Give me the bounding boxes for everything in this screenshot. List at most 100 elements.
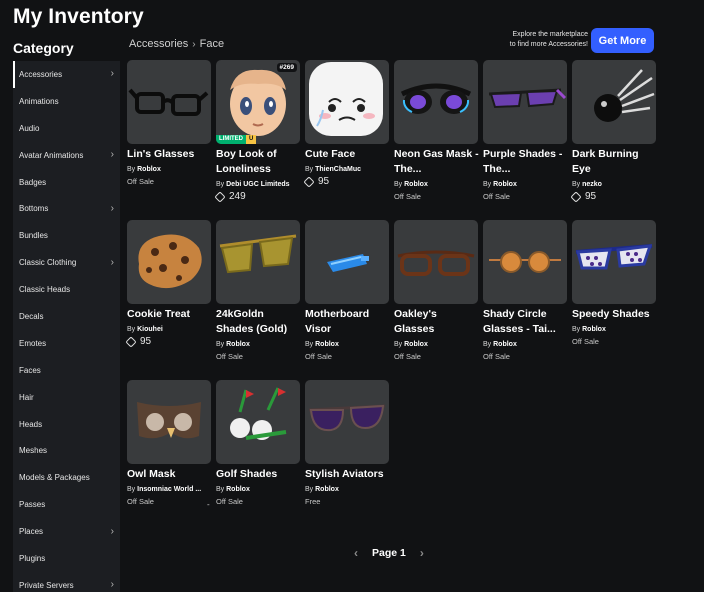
item-thumbnail[interactable]	[483, 220, 567, 304]
item-name[interactable]: Lin's Glasses	[127, 147, 212, 162]
item-thumbnail[interactable]	[216, 220, 300, 304]
item-creator: By Roblox	[483, 179, 568, 190]
item-card[interactable]: Neon Gas Mask - The... By Roblox Off Sale	[394, 60, 479, 203]
item-name[interactable]: Shady Circle Glasses - Tai...	[483, 307, 568, 337]
creator-name[interactable]: Insomniac World ...	[137, 486, 201, 493]
item-name[interactable]: Boy Look of Loneliness	[216, 147, 301, 177]
sidebar-item[interactable]: Avatar Animations ›	[13, 142, 120, 169]
item-price: 95	[303, 175, 390, 188]
next-page-icon[interactable]: ›	[420, 546, 424, 560]
item-thumbnail[interactable]	[483, 60, 567, 144]
item-name[interactable]: Cute Face	[305, 147, 390, 162]
sidebar-item-label: Passes	[19, 500, 46, 510]
item-creator: By Roblox	[572, 324, 657, 335]
creator-name[interactable]: Kiouhei	[137, 326, 163, 333]
item-thumbnail[interactable]	[127, 220, 211, 304]
sidebar-item[interactable]: Classic Heads	[13, 276, 120, 303]
item-thumbnail[interactable]	[572, 60, 656, 144]
creator-name[interactable]: Roblox	[226, 486, 250, 493]
sidebar-item[interactable]: Accessories ›	[13, 61, 120, 88]
creator-name[interactable]: Roblox	[404, 181, 428, 188]
item-thumbnail[interactable]	[305, 60, 389, 144]
item-thumbnail[interactable]	[127, 380, 211, 464]
item-card[interactable]: Cute Face By ThienChaMuc 95	[303, 60, 390, 188]
sidebar-item[interactable]: Emotes	[13, 330, 120, 357]
sidebar-item[interactable]: Decals	[13, 303, 120, 330]
item-name[interactable]: Stylish Aviators	[305, 467, 390, 482]
item-name[interactable]: Oakley's Glasses	[394, 307, 479, 337]
item-name[interactable]: Owl Mask	[127, 467, 212, 482]
item-card[interactable]: Speedy Shades By Roblox Off Sale	[572, 220, 657, 348]
creator-name[interactable]: Roblox	[226, 341, 250, 348]
item-name[interactable]: Dark Burning Eye	[572, 147, 657, 177]
item-card[interactable]: #269 LIMITED U Boy Look of Loneliness By Deb…	[214, 60, 301, 203]
creator-name[interactable]: Roblox	[493, 341, 517, 348]
item-name[interactable]: Motherboard Visor	[305, 307, 390, 337]
item-name[interactable]: Speedy Shades	[572, 307, 657, 322]
item-name[interactable]: 24kGoldn Shades (Gold)	[216, 307, 301, 337]
item-name[interactable]: Purple Shades - The...	[483, 147, 568, 177]
item-thumbnail[interactable]	[305, 220, 389, 304]
item-creator: By Roblox	[216, 339, 301, 350]
item-thumbnail[interactable]	[127, 60, 211, 144]
item-card[interactable]: Golf Shades By Roblox Off Sale	[216, 380, 301, 508]
item-card[interactable]: Owl Mask By Insomniac World ... Off Sale	[127, 380, 212, 508]
item-card[interactable]: Dark Burning Eye By nezko 95	[570, 60, 657, 203]
sidebar-item[interactable]: Animations	[13, 88, 120, 115]
item-card[interactable]: Lin's Glasses By Roblox Off Sale	[127, 60, 212, 188]
sidebar-item[interactable]: Heads	[13, 411, 120, 438]
sidebar-item[interactable]: Audio	[13, 115, 120, 142]
breadcrumb-parent[interactable]: Accessories	[129, 38, 188, 50]
creator-name[interactable]: Roblox	[404, 341, 428, 348]
sidebar-item[interactable]: Faces	[13, 357, 120, 384]
limited-label: LIMITED	[216, 135, 246, 144]
item-thumbnail[interactable]	[216, 380, 300, 464]
creator-name[interactable]: ThienChaMuc	[315, 166, 361, 173]
creator-name[interactable]: Roblox	[582, 326, 606, 333]
sidebar-item[interactable]: Badges	[13, 169, 120, 196]
item-thumbnail[interactable]	[394, 60, 478, 144]
chevron-right-icon: ›	[110, 256, 114, 268]
robux-icon	[570, 190, 582, 203]
prev-page-icon[interactable]: ‹	[354, 546, 358, 560]
sidebar-item-label: Avatar Animations	[19, 150, 84, 160]
sidebar-item[interactable]: Bottoms ›	[13, 195, 120, 222]
creator-name[interactable]: nezko	[582, 181, 602, 188]
creator-name[interactable]: Roblox	[315, 341, 339, 348]
item-card[interactable]: Cookie Treat By Kiouhei 95	[125, 220, 212, 348]
sidebar-item[interactable]: Models & Packages	[13, 464, 120, 491]
creator-name[interactable]: Roblox	[315, 486, 339, 493]
sidebar-item[interactable]: Private Servers ›	[13, 572, 120, 592]
item-card[interactable]: 24kGoldn Shades (Gold) By Roblox Off Sale	[216, 220, 301, 363]
item-card[interactable]: Motherboard Visor By Roblox Off Sale	[305, 220, 390, 363]
sidebar-item[interactable]: Passes	[13, 491, 120, 518]
sidebar-item[interactable]: Bundles	[13, 222, 120, 249]
sidebar-item[interactable]: Classic Clothing ›	[13, 249, 120, 276]
price-value: 95	[140, 336, 152, 347]
item-thumbnail[interactable]	[572, 220, 656, 304]
item-price: Off Sale	[127, 177, 154, 186]
item-thumbnail[interactable]	[394, 220, 478, 304]
sidebar-item[interactable]: Plugins	[13, 545, 120, 572]
item-card[interactable]: Purple Shades - The... By Roblox Off Sale	[483, 60, 568, 203]
creator-by: By	[483, 341, 492, 348]
sidebar-item-label: Heads	[19, 419, 43, 429]
get-more-button[interactable]: Get More	[591, 28, 654, 53]
creator-name[interactable]: Roblox	[137, 166, 161, 173]
sidebar-item[interactable]: Places ›	[13, 518, 120, 545]
item-thumbnail[interactable]	[305, 380, 389, 464]
creator-name[interactable]: Debi UGC Limiteds	[226, 181, 289, 188]
creator-by: By	[127, 166, 136, 173]
price-value: 95	[585, 191, 597, 202]
item-name[interactable]: Neon Gas Mask - The...	[394, 147, 479, 177]
item-name[interactable]: Cookie Treat	[127, 307, 212, 322]
sidebar-item[interactable]: Meshes	[13, 437, 120, 464]
item-card[interactable]: Shady Circle Glasses - Tai... By Roblox Of…	[483, 220, 568, 363]
item-name[interactable]: Golf Shades	[216, 467, 301, 482]
creator-name[interactable]: Roblox	[493, 181, 517, 188]
sidebar-item[interactable]: Hair	[13, 384, 120, 411]
item-card[interactable]: Oakley's Glasses By Roblox Off Sale	[394, 220, 479, 363]
promo-line-1: Explore the marketplace	[512, 31, 588, 38]
item-thumbnail[interactable]: #269 LIMITED U	[216, 60, 300, 144]
item-card[interactable]: Stylish Aviators By Roblox Free	[305, 380, 390, 508]
